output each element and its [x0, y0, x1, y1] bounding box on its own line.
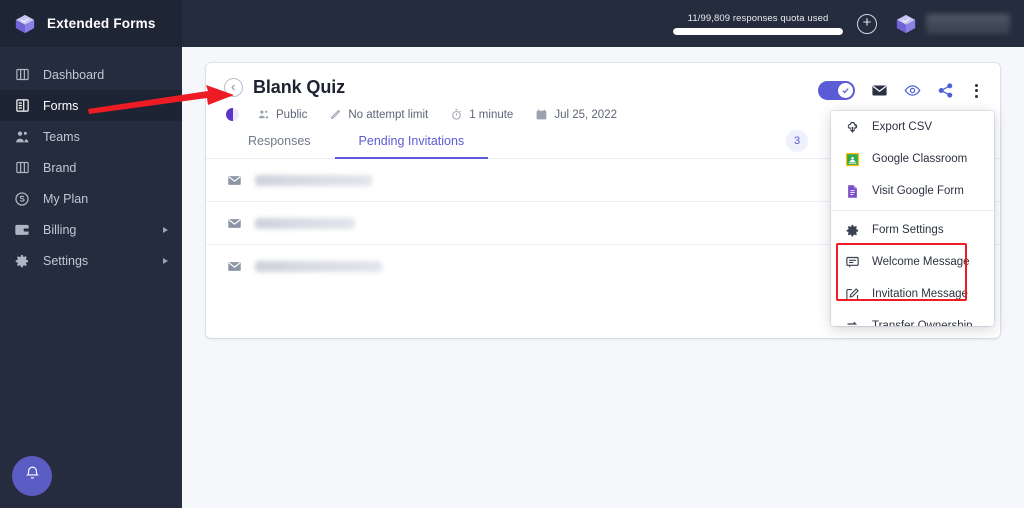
menu-item-label: Form Settings: [872, 224, 944, 236]
quota-text: 11/99,809 responses quota used: [687, 12, 829, 24]
forms-document-icon: [14, 98, 30, 114]
sidebar-item-label: Forms: [43, 98, 79, 113]
sidebar-item-label: Billing: [43, 222, 77, 237]
sidebar-item-dashboard[interactable]: Dashboard: [0, 59, 182, 90]
teams-people-icon: [14, 129, 30, 145]
sidebar-item-label: Brand: [43, 160, 77, 175]
card-action-bar: [818, 81, 983, 100]
preview-eye-icon[interactable]: [904, 82, 921, 99]
edit-square-icon: [844, 286, 860, 302]
menu-item-label: Visit Google Form: [872, 185, 964, 197]
menu-item-transfer-ownership[interactable]: Transfer Ownership: [831, 310, 994, 326]
sidebar-item-settings[interactable]: Settings: [0, 245, 182, 276]
envelope-icon: [227, 216, 242, 231]
quota-progress-fill: [673, 27, 843, 35]
wallet-icon: [14, 222, 30, 238]
bell-icon: [24, 465, 41, 487]
google-classroom-icon: [844, 151, 860, 167]
menu-item-form-settings[interactable]: Form Settings: [831, 214, 994, 246]
download-csv-icon: [844, 119, 860, 135]
meta-attempt-limit: No attempt limit: [329, 108, 428, 121]
pending-count-badge: 3: [786, 130, 808, 152]
meta-visibility: Public: [257, 108, 307, 121]
pencil-icon: [329, 108, 342, 121]
sidebar: Extended Forms Dashboard Forms Teams Bra…: [0, 0, 182, 508]
chevron-left-circle-icon: [229, 79, 238, 97]
people-icon: [257, 108, 270, 121]
meta-duration: 1 minute: [450, 108, 513, 121]
transfer-arrows-icon: [844, 318, 860, 326]
chat-message-icon: [844, 254, 860, 270]
three-dots-vertical-icon[interactable]: [970, 83, 983, 99]
sidebar-nav: Dashboard Forms Teams Brand My Plan Bill…: [0, 47, 182, 276]
menu-item-label: Transfer Ownership: [872, 320, 973, 326]
app-root: Extended Forms Dashboard Forms Teams Bra…: [0, 0, 1024, 508]
gear-icon: [844, 222, 860, 238]
stopwatch-icon: [450, 108, 463, 121]
menu-divider: [831, 210, 994, 211]
meta-label: Jul 25, 2022: [554, 108, 617, 121]
brand-columns-icon: [14, 160, 30, 176]
meta-label: 1 minute: [469, 108, 514, 121]
more-options-menu: Export CSV Google Classroom Visit Google…: [831, 111, 994, 326]
sidebar-item-my-plan[interactable]: My Plan: [0, 183, 182, 214]
chevron-right-icon: [163, 226, 168, 233]
main-area: 11/99,809 responses quota used + Blank Q…: [182, 0, 1024, 508]
dashboard-columns-icon: [14, 67, 30, 83]
cube-logo-icon: [14, 13, 36, 35]
sidebar-item-forms[interactable]: Forms: [0, 90, 182, 121]
meta-date: Jul 25, 2022: [535, 108, 617, 121]
envelope-icon: [227, 173, 242, 188]
brand-header[interactable]: Extended Forms: [0, 0, 182, 47]
email-redacted: [255, 217, 355, 229]
sidebar-item-teams[interactable]: Teams: [0, 121, 182, 152]
menu-item-label: Welcome Message: [872, 256, 970, 268]
tab-pending-invitations[interactable]: Pending Invitations: [334, 134, 489, 159]
profile-name-redacted: [926, 13, 1010, 34]
menu-item-label: Invitation Message: [872, 288, 968, 300]
page-title: Blank Quiz: [253, 77, 346, 97]
sidebar-item-brand[interactable]: Brand: [0, 152, 182, 183]
dollar-circle-icon: [14, 191, 30, 207]
profile-menu[interactable]: [895, 13, 1010, 35]
form-enabled-toggle[interactable]: [818, 81, 855, 100]
envelope-icon: [227, 259, 242, 274]
menu-item-label: Export CSV: [872, 121, 933, 133]
half-filled-circle-icon: [226, 108, 239, 121]
email-redacted: [255, 261, 382, 272]
brand-name: Extended Forms: [47, 16, 156, 31]
menu-item-invitation-message[interactable]: Invitation Message: [831, 278, 994, 310]
menu-item-google-classroom[interactable]: Google Classroom: [831, 143, 994, 175]
meta-label: Public: [276, 108, 308, 121]
meta-label: No attempt limit: [348, 108, 429, 121]
cube-avatar-icon: [895, 13, 917, 35]
sidebar-item-label: Teams: [43, 129, 80, 144]
tab-label: Responses: [248, 134, 311, 148]
quota-widget: 11/99,809 responses quota used: [673, 13, 843, 35]
content-canvas: Blank Quiz Public No attempt limit 1 min…: [182, 47, 1024, 508]
menu-item-export-csv[interactable]: Export CSV: [831, 111, 994, 143]
back-button[interactable]: [224, 78, 243, 97]
tab-label: Pending Invitations: [358, 134, 465, 148]
sidebar-item-label: My Plan: [43, 191, 89, 206]
add-new-button[interactable]: +: [857, 13, 877, 34]
menu-item-label: Google Classroom: [872, 153, 968, 165]
notification-bell-button[interactable]: [12, 456, 52, 496]
menu-item-visit-google-form[interactable]: Visit Google Form: [831, 175, 994, 207]
chevron-right-icon: [163, 257, 168, 264]
email-redacted: [255, 174, 372, 186]
sidebar-item-label: Settings: [43, 253, 89, 268]
share-icon[interactable]: [937, 82, 954, 99]
check-toggle-icon: [838, 83, 853, 98]
sidebar-item-billing[interactable]: Billing: [0, 214, 182, 245]
calendar-icon: [535, 108, 548, 121]
google-form-icon: [844, 183, 860, 199]
sidebar-item-label: Dashboard: [43, 67, 105, 82]
top-bar: 11/99,809 responses quota used +: [182, 0, 1024, 47]
gear-icon: [14, 253, 30, 269]
quota-progress-bar: [673, 27, 843, 35]
menu-item-welcome-message[interactable]: Welcome Message: [831, 246, 994, 278]
send-invitation-icon[interactable]: [871, 82, 888, 99]
tab-responses[interactable]: Responses: [224, 134, 335, 158]
